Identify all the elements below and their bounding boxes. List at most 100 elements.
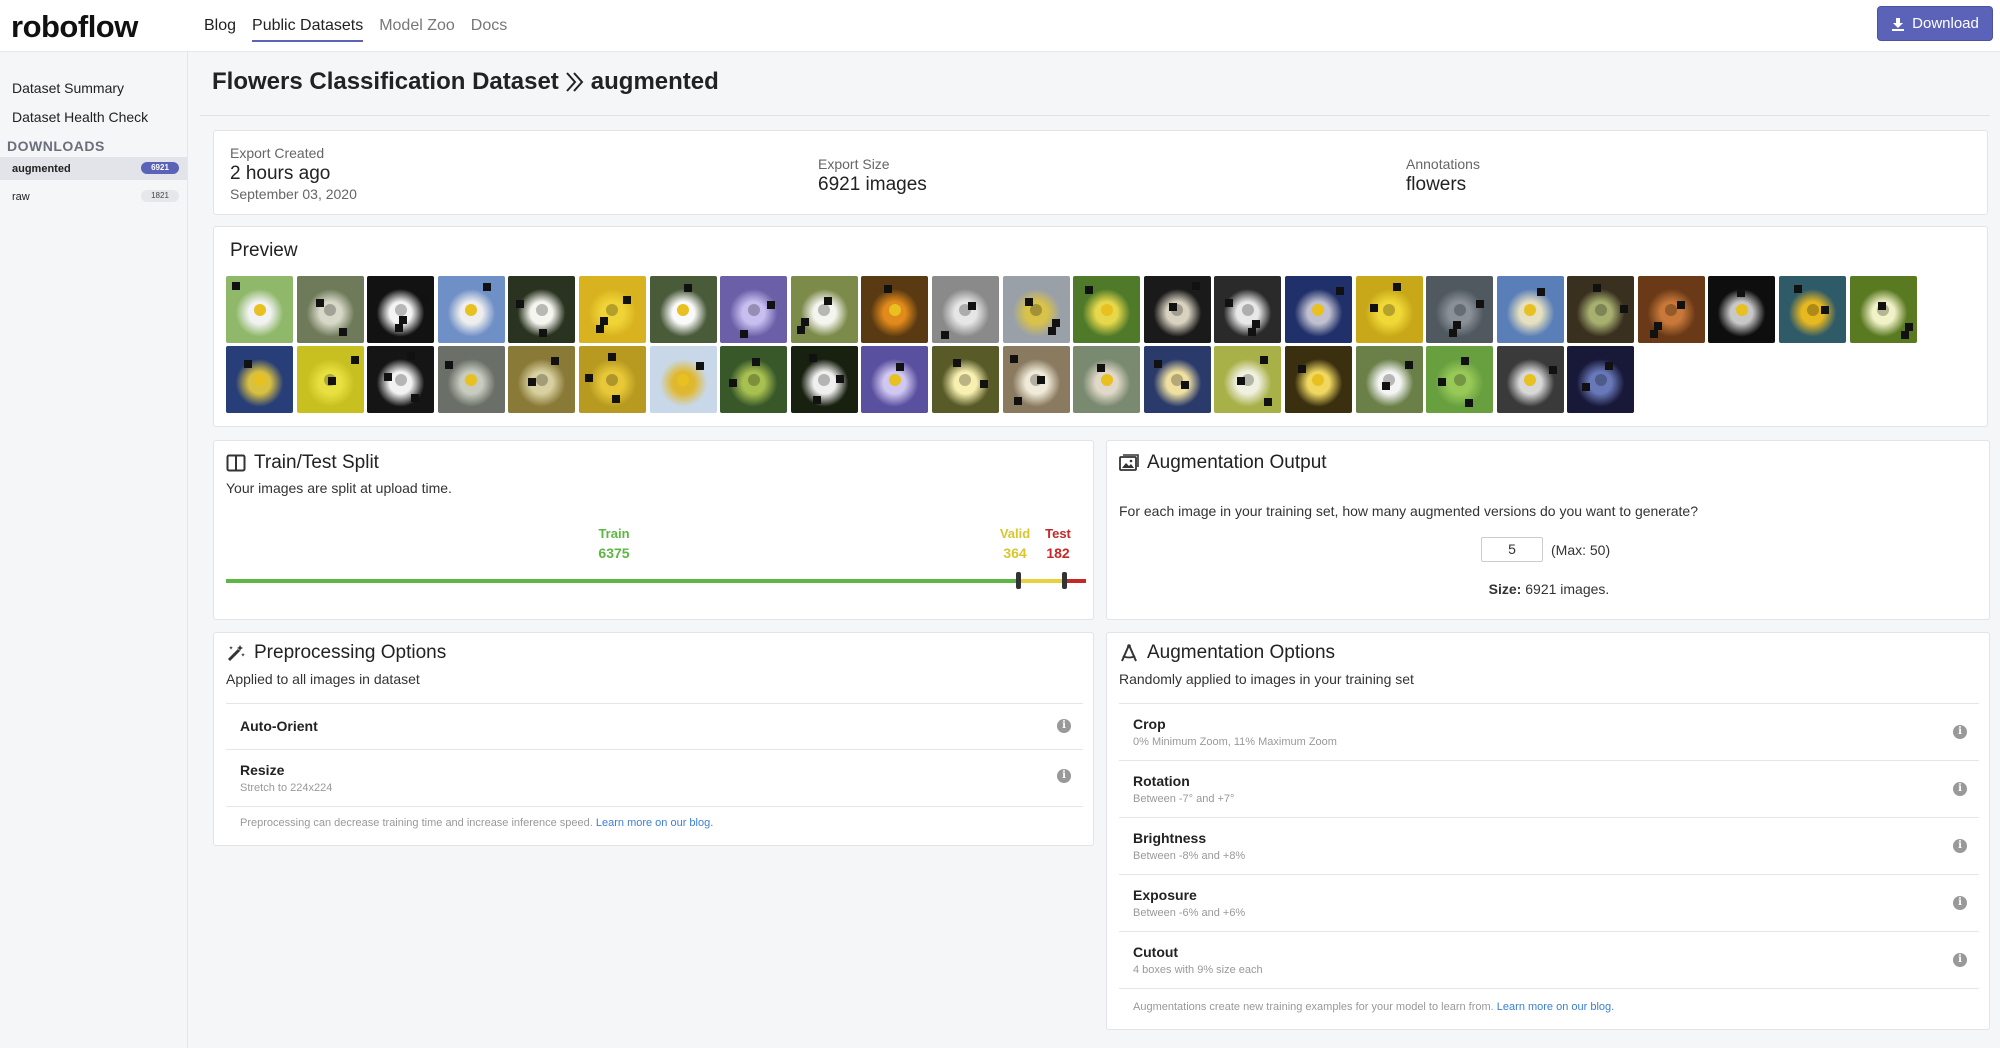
flower-center — [394, 373, 407, 386]
info-icon[interactable]: i — [1057, 719, 1071, 733]
option-name: Exposure — [1133, 887, 1197, 903]
preview-thumbnail[interactable] — [1355, 276, 1423, 343]
preview-thumbnail[interactable] — [931, 346, 999, 413]
preview-thumbnail[interactable] — [296, 346, 364, 413]
preview-thumbnail[interactable] — [367, 346, 435, 413]
preview-thumbnail[interactable] — [720, 276, 788, 343]
flower-center — [1241, 303, 1254, 316]
preview-thumbnail[interactable] — [1426, 346, 1494, 413]
preview-thumbnail[interactable] — [1284, 346, 1352, 413]
preview-thumbnail[interactable] — [1002, 276, 1070, 343]
preview-thumbnail[interactable] — [1002, 346, 1070, 413]
preview-thumbnail[interactable] — [508, 346, 576, 413]
flower-center — [1100, 373, 1113, 386]
preview-thumbnail[interactable] — [1426, 276, 1494, 343]
augmentation-question: For each image in your training set, how… — [1119, 503, 1698, 519]
preview-thumbnail[interactable] — [1496, 346, 1564, 413]
preview-thumbnail[interactable] — [1284, 276, 1352, 343]
preview-thumbnail[interactable] — [649, 276, 717, 343]
preview-thumbnail[interactable] — [1355, 346, 1423, 413]
sidebar-item-dataset-health-check[interactable]: Dataset Health Check — [12, 109, 148, 125]
cutout-box — [740, 330, 749, 338]
preview-thumbnail[interactable] — [1214, 276, 1282, 343]
augmentation-count-input[interactable]: 5 — [1481, 537, 1543, 562]
info-icon[interactable]: i — [1953, 839, 1967, 853]
option-description: Stretch to 224x224 — [240, 782, 333, 794]
cutout-box — [444, 361, 453, 369]
info-icon[interactable]: i — [1057, 769, 1071, 783]
flower-center — [1524, 373, 1537, 386]
preview-thumbnail[interactable] — [296, 276, 364, 343]
preview-thumbnail[interactable] — [1143, 346, 1211, 413]
preview-thumbnail[interactable] — [1779, 276, 1847, 343]
preview-thumbnail[interactable] — [861, 276, 929, 343]
cutout-box — [1013, 397, 1022, 405]
preprocessing-blog-link[interactable]: Learn more on our blog. — [596, 817, 713, 829]
info-icon[interactable]: i — [1953, 896, 1967, 910]
version-item-augmented[interactable]: augmented 6921 — [0, 157, 187, 180]
size-value: 6921 images. — [1521, 581, 1610, 597]
info-icon[interactable]: i — [1953, 725, 1967, 739]
preview-thumbnail[interactable] — [226, 276, 293, 343]
flower-center — [253, 373, 266, 386]
flower-center — [606, 303, 619, 316]
train-valid-split-handle[interactable] — [1016, 572, 1022, 589]
preview-thumbnail[interactable] — [578, 276, 646, 343]
preview-thumbnail[interactable] — [720, 346, 788, 413]
augmentation-option-cutout[interactable]: Cutout 4 boxes with 9% size each i — [1119, 931, 1979, 988]
preview-thumbnail[interactable] — [437, 346, 505, 413]
version-item-raw[interactable]: raw 1821 — [0, 185, 187, 208]
preview-thumbnail[interactable] — [1567, 276, 1635, 343]
cutout-box — [1461, 357, 1470, 365]
cutout-box — [482, 283, 491, 291]
preview-thumbnail[interactable] — [1637, 276, 1705, 343]
cutout-box — [1653, 322, 1662, 330]
augmentation-option-crop[interactable]: Crop 0% Minimum Zoom, 11% Maximum Zoom i — [1119, 703, 1979, 760]
preview-thumbnail[interactable] — [226, 346, 293, 413]
preview-thumbnail[interactable] — [578, 346, 646, 413]
cutout-box — [812, 396, 821, 404]
preview-thumbnail[interactable] — [790, 346, 858, 413]
preprocessing-option-resize[interactable]: Resize Stretch to 224x224 i — [226, 749, 1083, 806]
preview-thumbnail[interactable] — [1214, 346, 1282, 413]
nav-blog[interactable]: Blog — [204, 0, 236, 42]
preview-thumbnail[interactable] — [790, 276, 858, 343]
flower-center — [253, 303, 266, 316]
cutout-box — [1381, 382, 1390, 390]
preview-thumbnail[interactable] — [1708, 276, 1776, 343]
cutout-box — [1877, 302, 1886, 310]
augmentation-max-label: (Max: 50) — [1551, 542, 1611, 558]
augmentation-blog-link[interactable]: Learn more on our blog. — [1497, 1001, 1614, 1013]
preprocessing-option-auto-orient[interactable]: Auto-Orient i — [226, 703, 1083, 749]
preview-thumbnail[interactable] — [1849, 276, 1917, 343]
preview-thumbnail[interactable] — [367, 276, 435, 343]
roboflow-logo[interactable]: roboflow — [11, 9, 138, 45]
preview-thumbnail[interactable] — [508, 276, 576, 343]
nav-docs[interactable]: Docs — [471, 0, 507, 42]
preview-thumbnail[interactable] — [1073, 346, 1141, 413]
dataset-name[interactable]: Flowers Classification Dataset — [212, 68, 559, 96]
info-icon[interactable]: i — [1953, 782, 1967, 796]
nav-model-zoo[interactable]: Model Zoo — [379, 0, 455, 42]
preview-thumbnail[interactable] — [1143, 276, 1211, 343]
nav-public-datasets[interactable]: Public Datasets — [252, 0, 364, 42]
valid-split-bar — [1018, 579, 1064, 583]
preview-thumbnail[interactable] — [649, 346, 717, 413]
cutout-box — [327, 377, 336, 385]
preview-thumbnail[interactable] — [437, 276, 505, 343]
preview-thumbnail[interactable] — [1567, 346, 1635, 413]
book-icon — [226, 454, 246, 472]
info-icon[interactable]: i — [1953, 953, 1967, 967]
augmentation-option-exposure[interactable]: Exposure Between -6% and +6% i — [1119, 874, 1979, 931]
valid-test-split-handle[interactable] — [1061, 572, 1067, 589]
preview-thumbnail[interactable] — [931, 276, 999, 343]
augmentation-option-rotation[interactable]: Rotation Between -7° and +7° i — [1119, 760, 1979, 817]
download-button[interactable]: Download — [1877, 6, 1993, 41]
cutout-box — [315, 299, 324, 307]
sidebar-item-dataset-summary[interactable]: Dataset Summary — [12, 80, 124, 96]
preview-thumbnail[interactable] — [1073, 276, 1141, 343]
cutout-box — [1449, 329, 1458, 337]
preview-thumbnail[interactable] — [861, 346, 929, 413]
preview-thumbnail[interactable] — [1496, 276, 1564, 343]
augmentation-option-brightness[interactable]: Brightness Between -8% and +8% i — [1119, 817, 1979, 874]
